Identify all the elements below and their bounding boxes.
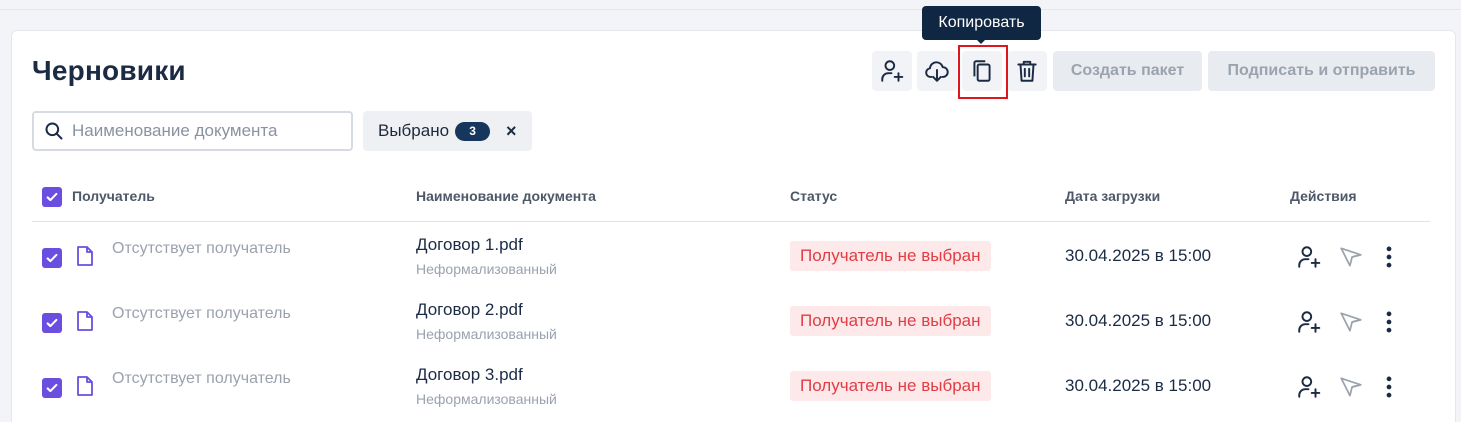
table-row[interactable]: Отсутствует получатель Договор 2.pdf Неф… bbox=[12, 291, 1457, 356]
table-row[interactable]: Отсутствует получатель Договор 1.pdf Неф… bbox=[12, 226, 1457, 291]
document-icon bbox=[77, 311, 93, 331]
download-button[interactable] bbox=[917, 51, 957, 91]
row-more-button[interactable] bbox=[1375, 308, 1403, 336]
document-name[interactable]: Договор 1.pdf bbox=[416, 235, 523, 255]
row-send-button[interactable] bbox=[1337, 373, 1365, 401]
status-badge: Получатель не выбран bbox=[790, 241, 991, 271]
upload-date: 30.04.2025 в 15:00 bbox=[1065, 246, 1212, 265]
row-more-button[interactable] bbox=[1375, 243, 1403, 271]
drafts-panel: Черновики Создать пакет Подписать и отпр… bbox=[11, 30, 1456, 422]
document-icon bbox=[77, 246, 93, 266]
recipient-text: Отсутствует получатель bbox=[112, 240, 291, 257]
delete-button[interactable] bbox=[1007, 51, 1047, 91]
send-icon bbox=[1340, 247, 1362, 267]
send-icon bbox=[1340, 377, 1362, 397]
search-input[interactable] bbox=[72, 121, 332, 141]
document-name[interactable]: Договор 2.pdf bbox=[416, 300, 523, 320]
row-send-button[interactable] bbox=[1337, 308, 1365, 336]
row-checkbox[interactable] bbox=[42, 313, 62, 333]
more-vertical-icon bbox=[1386, 246, 1392, 268]
upload-date: 30.04.2025 в 15:00 bbox=[1065, 376, 1212, 395]
recipient-text: Отсутствует получатель bbox=[112, 370, 291, 387]
user-plus-icon bbox=[1298, 311, 1321, 333]
recipient-text: Отсутствует получатель bbox=[112, 305, 291, 322]
trash-icon bbox=[1017, 60, 1037, 82]
column-header-status: Статус bbox=[790, 188, 838, 204]
column-header-actions: Действия bbox=[1290, 188, 1357, 204]
more-vertical-icon bbox=[1386, 311, 1392, 333]
copy-button-highlight bbox=[958, 45, 1008, 99]
check-icon bbox=[46, 192, 58, 202]
column-header-document: Наименование документа bbox=[416, 188, 596, 204]
header-divider bbox=[32, 221, 1430, 222]
add-recipient-button[interactable] bbox=[872, 51, 912, 91]
create-package-button[interactable]: Создать пакет bbox=[1053, 51, 1202, 91]
table-row[interactable]: Отсутствует получатель Договор 3.pdf Неф… bbox=[12, 356, 1457, 421]
page-title: Черновики bbox=[32, 55, 186, 86]
status-badge: Получатель не выбран bbox=[790, 371, 991, 401]
user-plus-icon bbox=[881, 60, 904, 82]
top-divider bbox=[0, 9, 1461, 10]
select-all-checkbox[interactable] bbox=[42, 187, 62, 207]
sign-and-send-button[interactable]: Подписать и отправить bbox=[1208, 51, 1435, 91]
document-name[interactable]: Договор 3.pdf bbox=[416, 365, 523, 385]
column-header-date: Дата загрузки bbox=[1065, 188, 1161, 204]
selection-chip-label: Выбрано bbox=[378, 121, 450, 140]
search-icon bbox=[45, 122, 63, 140]
check-icon bbox=[46, 383, 58, 393]
document-icon bbox=[77, 376, 93, 396]
search-box bbox=[32, 111, 353, 151]
clear-selection-icon[interactable]: × bbox=[506, 121, 517, 142]
row-send-button[interactable] bbox=[1337, 243, 1365, 271]
row-more-button[interactable] bbox=[1375, 373, 1403, 401]
status-badge: Получатель не выбран bbox=[790, 306, 991, 336]
column-header-recipient: Получатель bbox=[72, 188, 155, 204]
row-checkbox[interactable] bbox=[42, 378, 62, 398]
selection-chip: Выбрано 3 × bbox=[363, 111, 532, 151]
user-plus-icon bbox=[1298, 376, 1321, 398]
document-type: Неформализованный bbox=[416, 326, 557, 342]
more-vertical-icon bbox=[1386, 376, 1392, 398]
document-type: Неформализованный bbox=[416, 261, 557, 277]
send-icon bbox=[1340, 312, 1362, 332]
check-icon bbox=[46, 318, 58, 328]
user-plus-icon bbox=[1298, 246, 1321, 268]
row-add-recipient-button[interactable] bbox=[1295, 373, 1323, 401]
tooltip-arrow bbox=[976, 39, 986, 44]
row-add-recipient-button[interactable] bbox=[1295, 308, 1323, 336]
copy-tooltip: Копировать bbox=[922, 6, 1041, 40]
cloud-download-icon bbox=[925, 61, 949, 82]
check-icon bbox=[46, 253, 58, 263]
upload-date: 30.04.2025 в 15:00 bbox=[1065, 311, 1212, 330]
selection-count-badge: 3 bbox=[455, 121, 491, 141]
row-checkbox[interactable] bbox=[42, 248, 62, 268]
document-type: Неформализованный bbox=[416, 391, 557, 407]
row-add-recipient-button[interactable] bbox=[1295, 243, 1323, 271]
